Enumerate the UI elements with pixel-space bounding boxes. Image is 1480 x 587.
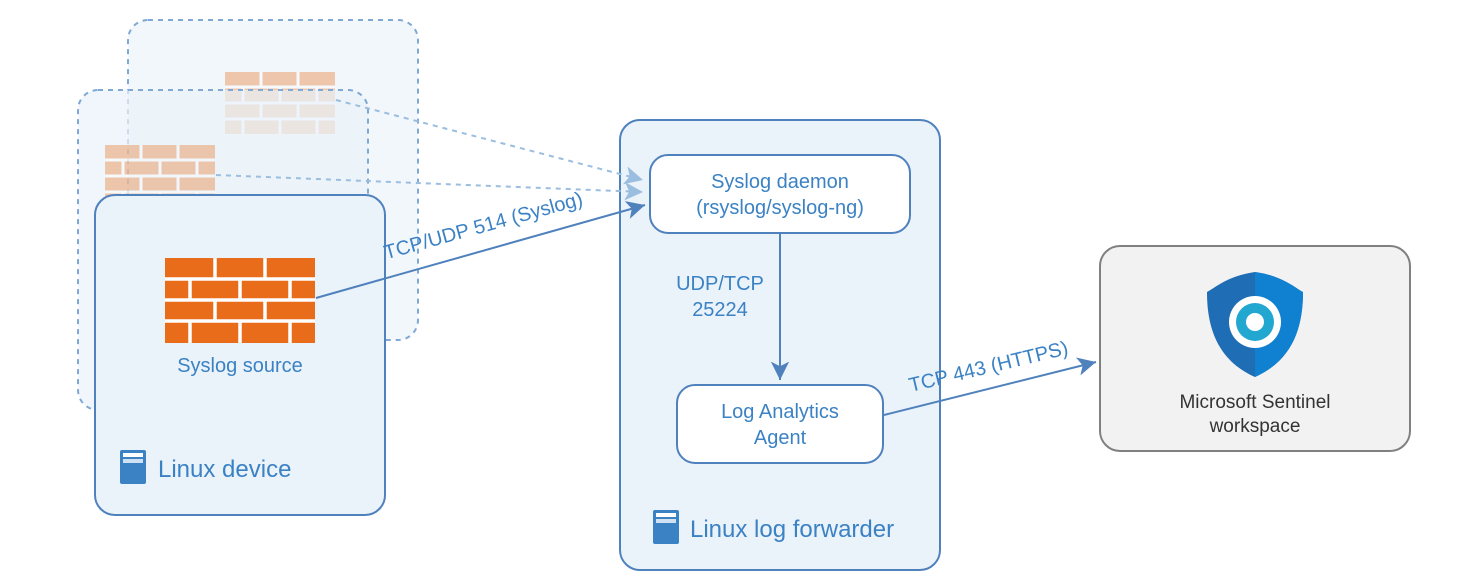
- log-forwarder-box: Syslog daemon (rsyslog/syslog-ng) UDP/TC…: [620, 120, 940, 570]
- linux-device-card-front: Syslog source Linux device: [95, 195, 385, 515]
- sentinel-line2: workspace: [1209, 416, 1301, 437]
- architecture-diagram: rce e: [0, 0, 1480, 587]
- linux-device-title: Linux device: [158, 456, 291, 483]
- log-agent-line2: Agent: [754, 427, 807, 449]
- syslog-daemon-line1: Syslog daemon: [711, 171, 849, 193]
- log-agent-line1: Log Analytics: [721, 401, 839, 423]
- sentinel-line1: Microsoft Sentinel: [1179, 392, 1330, 413]
- server-icon: [653, 510, 679, 544]
- internal-edge-label2: 25224: [692, 299, 748, 321]
- log-analytics-agent-node: Log Analytics Agent: [677, 385, 883, 463]
- syslog-source-label: Syslog source: [177, 355, 303, 377]
- log-forwarder-title: Linux log forwarder: [690, 516, 894, 543]
- syslog-daemon-line2: (rsyslog/syslog-ng): [696, 197, 864, 219]
- internal-edge-label1: UDP/TCP: [676, 273, 764, 295]
- sentinel-box: Microsoft Sentinel workspace: [1100, 246, 1410, 451]
- server-icon: [120, 450, 146, 484]
- syslog-daemon-node: Syslog daemon (rsyslog/syslog-ng): [650, 155, 910, 233]
- firewall-icon: [165, 258, 315, 343]
